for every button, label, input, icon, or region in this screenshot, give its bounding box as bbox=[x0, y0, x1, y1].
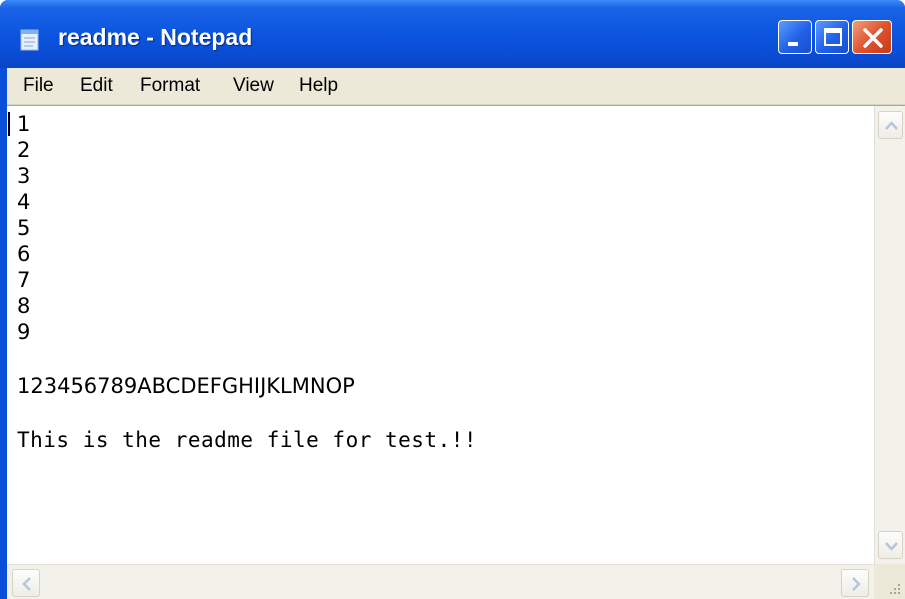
scroll-up-icon bbox=[885, 121, 898, 130]
text-line: 3 bbox=[17, 164, 31, 188]
scroll-left-button[interactable] bbox=[12, 569, 40, 597]
scroll-down-button[interactable] bbox=[878, 531, 903, 559]
window-title: readme - Notepad bbox=[58, 24, 253, 50]
menu-edit[interactable]: Edit bbox=[80, 75, 113, 97]
horizontal-scrollbar[interactable] bbox=[7, 564, 874, 599]
menu-help[interactable]: Help bbox=[299, 75, 338, 97]
text-line: 7 bbox=[17, 268, 31, 292]
title-bar[interactable]: readme - Notepad bbox=[0, 0, 905, 68]
maximize-button[interactable] bbox=[815, 20, 849, 54]
scroll-down-icon bbox=[885, 542, 898, 551]
notepad-window: readme - Notepad File Edit Format View H… bbox=[0, 0, 905, 599]
menu-bar: File Edit Format View Help bbox=[7, 68, 905, 105]
close-button[interactable] bbox=[852, 20, 892, 54]
resize-grip[interactable] bbox=[874, 564, 905, 599]
editor-area[interactable]: 1 2 3 4 5 6 7 8 9 123456789ABCDEFGHIJKLM… bbox=[7, 105, 905, 599]
notepad-icon bbox=[20, 29, 39, 51]
minimize-button[interactable] bbox=[778, 20, 812, 54]
resize-grip-icon bbox=[890, 584, 900, 594]
text-line: 2 bbox=[17, 138, 31, 162]
text-line: 5 bbox=[17, 216, 31, 240]
scroll-left-icon bbox=[22, 577, 31, 591]
text-line: 123456789ABCDEFGHIJKLMNOP bbox=[17, 374, 355, 398]
text-line: 4 bbox=[17, 190, 31, 214]
menu-file[interactable]: File bbox=[23, 75, 54, 97]
text-line: 9 bbox=[17, 320, 31, 344]
close-icon bbox=[863, 28, 883, 48]
text-line: This is the readme file for test.!! bbox=[17, 428, 478, 452]
scroll-right-icon bbox=[852, 577, 861, 591]
minimize-icon bbox=[788, 42, 798, 46]
menu-view[interactable]: View bbox=[233, 75, 274, 97]
scroll-up-button[interactable] bbox=[878, 111, 903, 139]
vertical-scrollbar[interactable] bbox=[874, 106, 905, 564]
document-text[interactable]: 1 2 3 4 5 6 7 8 9 123456789ABCDEFGHIJKLM… bbox=[17, 112, 877, 572]
text-line: 6 bbox=[17, 242, 31, 266]
maximize-icon bbox=[824, 28, 842, 46]
text-caret bbox=[8, 112, 10, 136]
menu-format[interactable]: Format bbox=[140, 75, 200, 97]
text-line: 1 bbox=[17, 112, 31, 136]
text-line: 8 bbox=[17, 294, 31, 318]
scroll-right-button[interactable] bbox=[841, 569, 869, 597]
